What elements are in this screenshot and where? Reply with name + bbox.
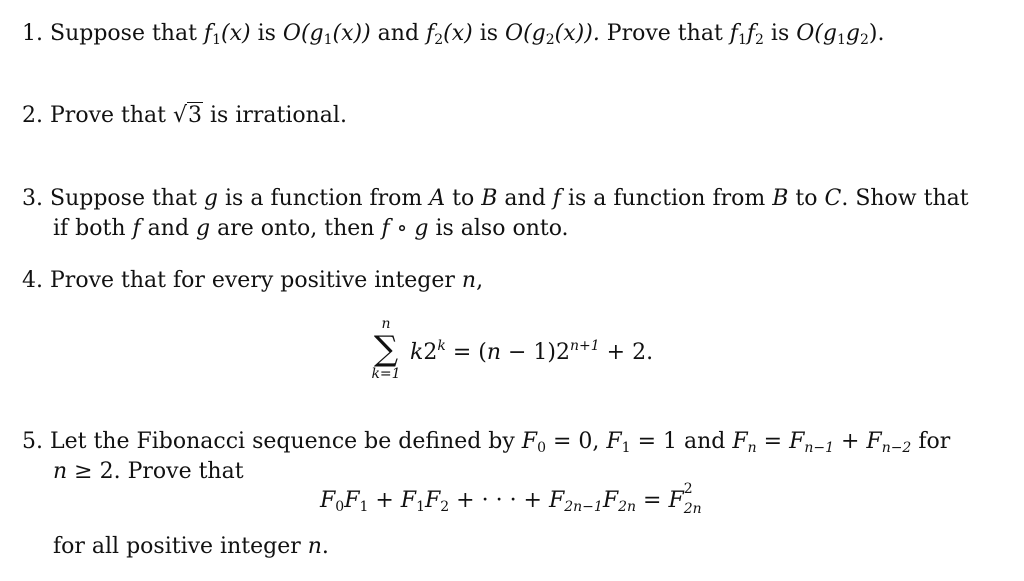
problem-text: Suppose that f1(x) is O(g1(x)) and f2(x)… bbox=[50, 21, 885, 48]
problem-3: 3. Suppose that g is a function from A t… bbox=[22, 185, 969, 213]
problem-number: 5. bbox=[22, 429, 43, 454]
problem-5-closing: for all positive integer n. bbox=[53, 534, 329, 559]
problem-text-line-1: Suppose that g is a function from A to B… bbox=[50, 186, 969, 211]
summation-symbol: n ∑ k=1 bbox=[362, 316, 410, 382]
square-root: √3 bbox=[172, 102, 203, 128]
problem-4: 4. Prove that for every positive integer… bbox=[22, 267, 483, 295]
fibonacci-identity: F0F1 + F1F2 + · · · + F2n−1F2n = F 2 2n bbox=[320, 481, 702, 517]
problem-5-continued: n ≥ 2. Prove that bbox=[53, 459, 244, 484]
summation-formula: k2k = (n − 1)2n+1 + 2. bbox=[410, 338, 654, 365]
problem-5: 5. Let the Fibonacci sequence be defined… bbox=[22, 428, 950, 456]
sum-lower-limit: k=1 bbox=[371, 366, 401, 382]
problem-text: Prove that for every positive integer n, bbox=[50, 268, 484, 293]
problem-text-line-1: Let the Fibonacci sequence be defined by… bbox=[50, 429, 951, 456]
problem-3-continued: if both f and g are onto, then f ∘ g is … bbox=[53, 215, 569, 243]
problem-number: 4. bbox=[22, 268, 43, 293]
problem-text: Prove that √3 is irrational. bbox=[50, 102, 347, 128]
problem-number: 2. bbox=[22, 103, 43, 128]
sigma-icon: ∑ bbox=[373, 329, 399, 369]
problem-number: 3. bbox=[22, 186, 43, 211]
problem-number: 1. bbox=[22, 21, 43, 46]
problem-2: 2. Prove that √3 is irrational. bbox=[22, 102, 347, 130]
problem-text-line-2: if both f and g are onto, then f ∘ g is … bbox=[53, 216, 569, 241]
problem-1: 1. Suppose that f1(x) is O(g1(x)) and f2… bbox=[22, 20, 884, 48]
